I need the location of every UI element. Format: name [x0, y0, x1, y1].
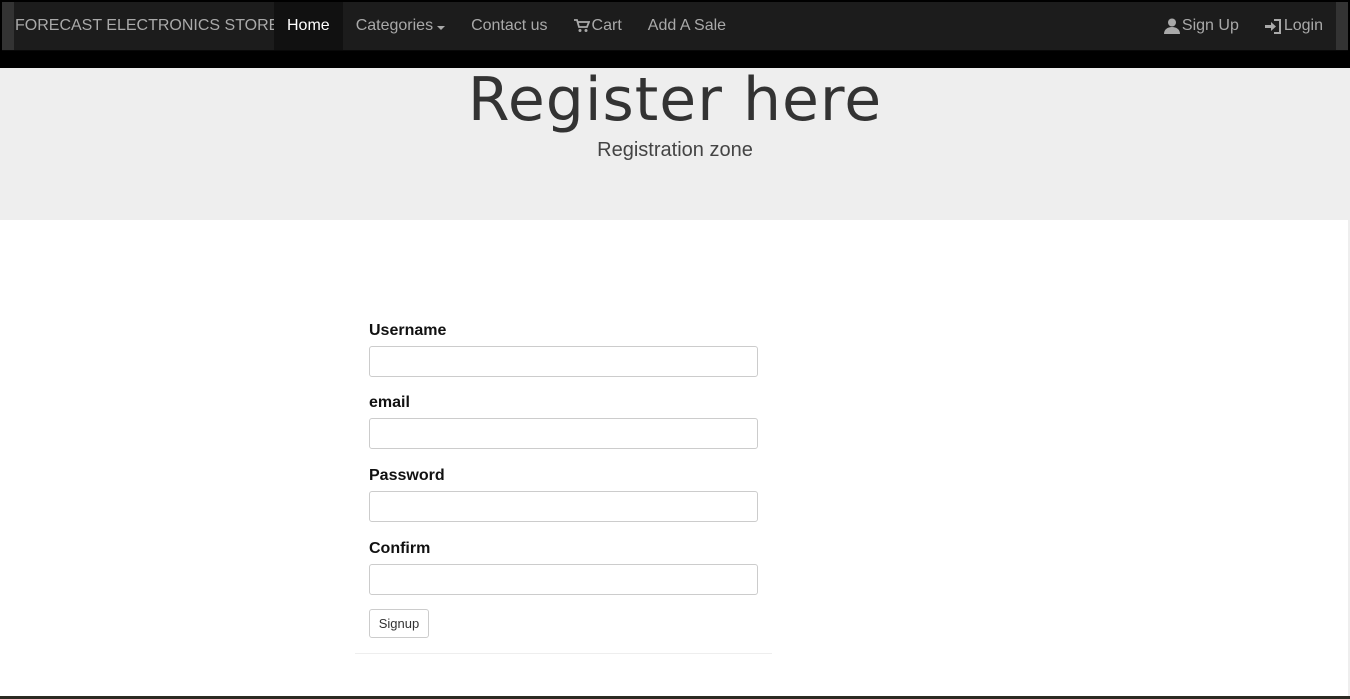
page-title: Register here [467, 65, 883, 135]
email-input[interactable] [369, 418, 758, 449]
username-group: Username [369, 320, 758, 377]
nav-categories-label: Categories [355, 17, 434, 34]
page: FORECAST ELECTRONICS STORE Home Categori… [0, 0, 1350, 699]
top-navbar: FORECAST ELECTRONICS STORE Home Categori… [0, 0, 1350, 68]
nav-cart-label: Cart [591, 17, 622, 34]
confirm-label: Confirm [369, 540, 431, 557]
login-icon [1264, 18, 1282, 34]
nav-sign-up-label: Sign Up [1181, 17, 1239, 34]
cart-icon [573, 19, 590, 33]
confirm-group: Confirm [369, 538, 758, 595]
nav-contact[interactable]: Contact us [458, 2, 560, 50]
nav-cart[interactable]: Cart [561, 2, 635, 50]
password-input[interactable] [369, 491, 758, 522]
registration-form: Username email Password Confirm Signup [355, 310, 772, 654]
email-group: email [369, 392, 758, 449]
nav-home-label: Home [287, 17, 330, 34]
email-label: email [369, 394, 410, 411]
nav-login-label: Login [1283, 17, 1323, 34]
nav-right: Sign Up Login [1151, 2, 1336, 50]
nav-home[interactable]: Home [274, 2, 343, 50]
brand-link[interactable]: FORECAST ELECTRONICS STORE [15, 2, 279, 50]
navbar-inner: FORECAST ELECTRONICS STORE Home Categori… [2, 2, 1348, 51]
username-label: Username [369, 322, 447, 339]
username-input[interactable] [369, 346, 758, 377]
jumbotron: Register here Registration zone [0, 65, 1350, 220]
nav-categories-dropdown[interactable]: Categories [343, 2, 458, 50]
user-icon [1163, 18, 1180, 34]
nav-sign-up[interactable]: Sign Up [1151, 2, 1252, 50]
nav-contact-label: Contact us [471, 17, 548, 34]
password-group: Password [369, 465, 758, 522]
confirm-password-input[interactable] [369, 564, 758, 595]
caret-down-icon [437, 25, 446, 30]
password-label: Password [369, 467, 445, 484]
nav-left: Home Categories Contact us Cart Add A Sa… [274, 2, 739, 50]
nav-add-sale-label: Add A Sale [647, 17, 727, 34]
signup-button[interactable]: Signup [369, 609, 429, 638]
nav-login[interactable]: Login [1252, 2, 1336, 50]
nav-add-sale[interactable]: Add A Sale [635, 2, 739, 50]
page-subtitle: Registration zone [597, 139, 753, 161]
